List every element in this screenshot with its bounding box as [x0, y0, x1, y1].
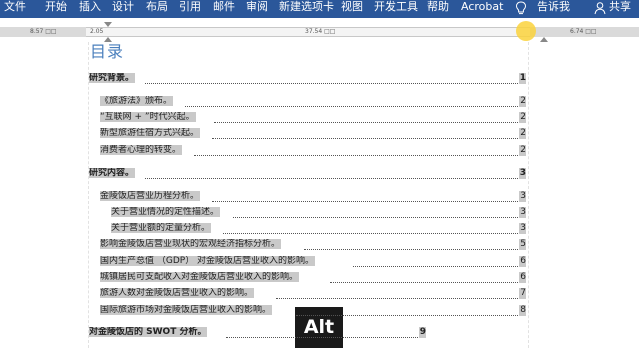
tab-file[interactable]: 文件 — [4, 0, 26, 18]
tab-references[interactable]: 引用 — [179, 0, 201, 18]
document-page[interactable]: 目录 研究背景。 1 《旅游法》颁布。 2 “互联网 + ”时代兴起。 2 新型… — [0, 42, 639, 348]
right-margin-guide — [528, 42, 529, 348]
tab-layout[interactable]: 布局 — [146, 0, 168, 18]
left-margin-guide — [88, 42, 89, 348]
toc-entry[interactable]: 影响金陵饭店营业现状的宏观经济指标分析。 5 — [100, 239, 526, 250]
toc-entry[interactable]: 研究背景。 1 — [89, 73, 526, 84]
toc-entry[interactable]: 关于营业情况的定性描述。 3 — [111, 207, 526, 218]
share-button[interactable]: 共享 — [609, 0, 631, 18]
tab-review[interactable]: 审阅 — [246, 0, 268, 18]
tab-view[interactable]: 视图 — [341, 0, 363, 18]
ruler-left-margin-label: 8.57 □□ — [30, 28, 57, 35]
toc-entry[interactable]: 《旅游法》颁布。 2 — [100, 96, 526, 107]
tell-me-search[interactable]: 告诉我 — [537, 0, 570, 18]
tab-new-tab[interactable]: 新建选项卡 — [279, 0, 334, 18]
tab-insert[interactable]: 插入 — [79, 0, 101, 18]
lightbulb-icon — [515, 1, 527, 15]
first-line-indent-marker[interactable] — [104, 22, 112, 27]
toc-heading: 目录 — [90, 42, 125, 61]
tab-home[interactable]: 开始 — [45, 0, 67, 18]
toc-entry[interactable]: 国际旅游市场对金陵饭店营业收入的影响。 8 — [100, 305, 526, 316]
toc-entry[interactable]: 消费者心理的转变。 2 — [100, 145, 526, 156]
share-person-icon — [594, 1, 606, 15]
toc-entry[interactable]: 旅游人数对金陵饭店营业收入的影响。 7 — [100, 288, 526, 299]
tab-help[interactable]: 帮助 — [427, 0, 449, 18]
toc-entry[interactable]: 研究内容。 3 — [89, 168, 526, 179]
toc-entry[interactable]: 新型旅游住宿方式兴起。 2 — [100, 128, 526, 139]
toc-entry[interactable]: 关于营业额的定量分析。 3 — [111, 223, 526, 234]
tab-design[interactable]: 设计 — [112, 0, 134, 18]
ribbon-tab-bar: 文件 开始 插入 设计 布局 引用 邮件 审阅 新建选项卡 视图 开发工具 帮助… — [0, 0, 639, 18]
tab-mailings[interactable]: 邮件 — [213, 0, 235, 18]
toc-entry[interactable]: 金陵饭店营业历程分析。 3 — [100, 191, 526, 202]
ruler-right-margin-label: 6.74 □□ — [570, 28, 597, 35]
tab-developer[interactable]: 开发工具 — [374, 0, 418, 18]
toc-entry[interactable]: 对金陵饭店的 SWOT 分析。 9 — [89, 327, 426, 338]
toc-entry[interactable]: “互联网 + ”时代兴起。 2 — [100, 112, 526, 123]
toc-entry[interactable]: 城镇居民可支配收入对金陵饭店营业收入的影响。 6 — [100, 272, 526, 283]
ruler-indent-label: 2.05 — [90, 28, 104, 35]
ruler-text-width-label: 37.54 □□ — [305, 28, 336, 35]
tab-acrobat[interactable]: Acrobat — [461, 0, 503, 18]
toc-entry[interactable]: 国内生产总值 （GDP） 对金陵饭店营业收入的影响。 6 — [100, 256, 526, 267]
mouse-cursor-highlight — [516, 21, 536, 41]
